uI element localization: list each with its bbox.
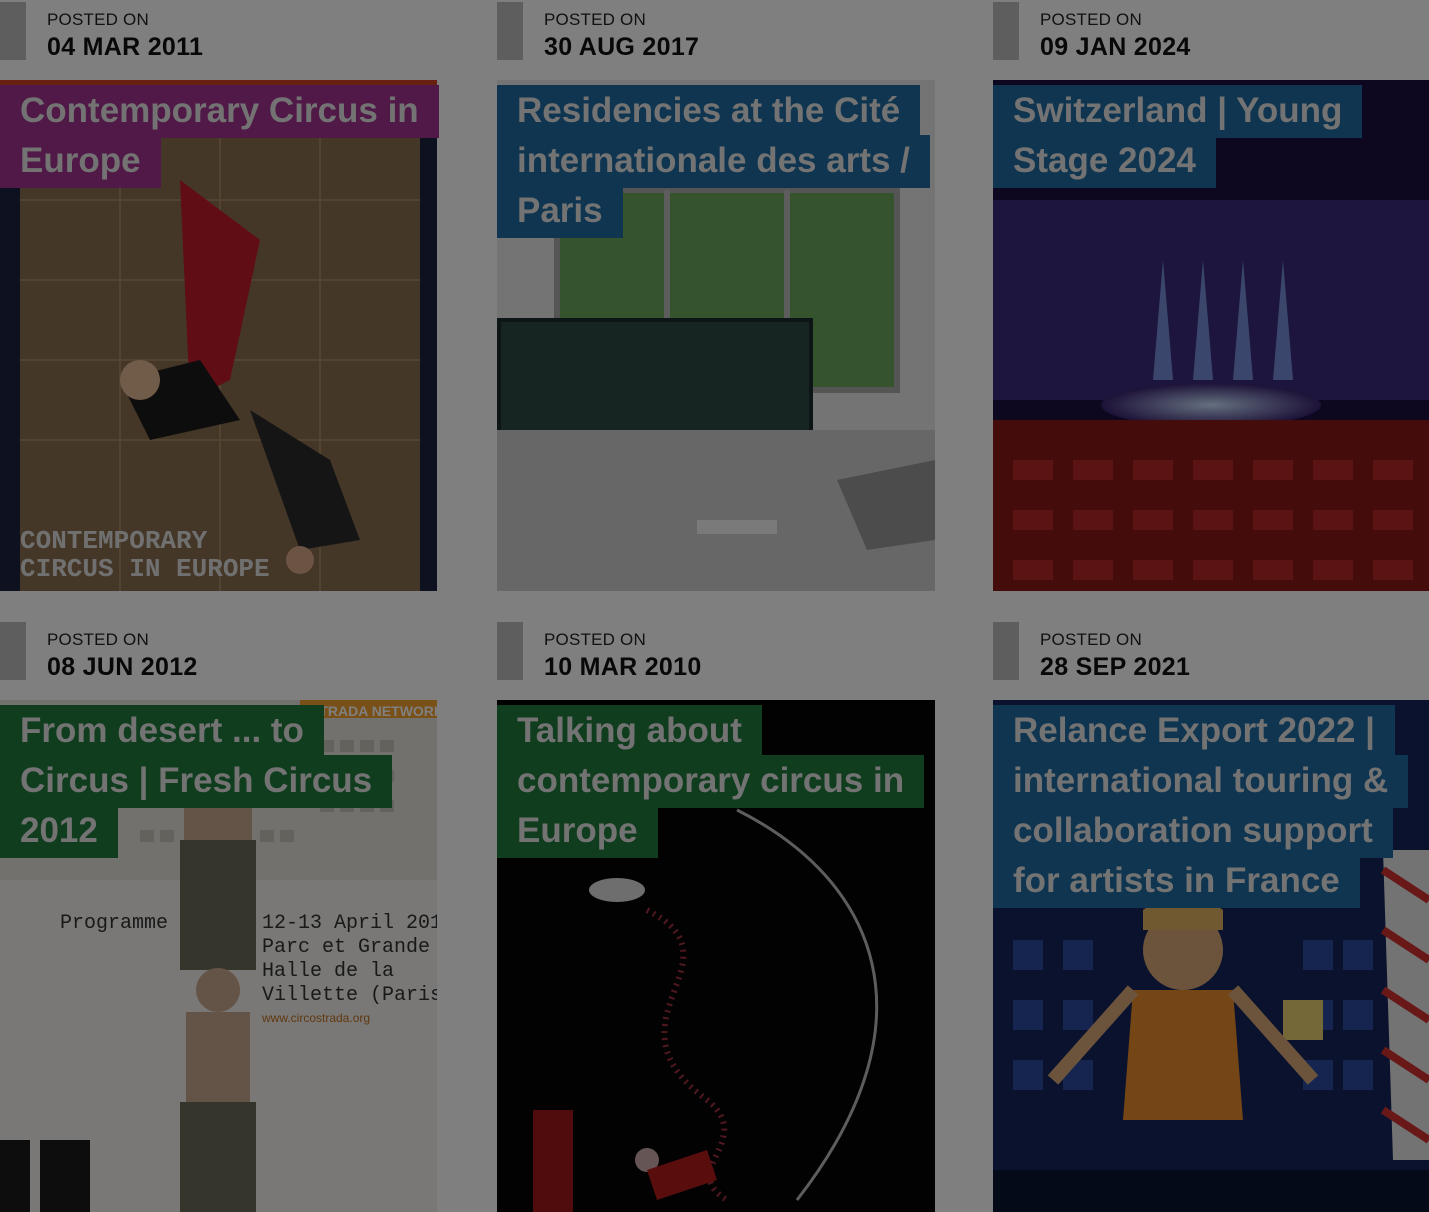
post-title-text[interactable]: Talking about contemporary circus in Eur… <box>497 705 925 858</box>
meta-bar <box>0 2 26 60</box>
post-title-text[interactable]: Residencies at the Cité internationale d… <box>497 85 930 238</box>
poster-venue-text-3: Villette (Paris) <box>262 984 437 1007</box>
post-card[interactable]: POSTED ON 30 AUG 2017 Residencies at the… <box>497 0 935 591</box>
post-date: 08 JUN 2012 <box>47 653 198 681</box>
post-card[interactable]: POSTED ON 08 JUN 2012 STRADA NETWORK Pro… <box>0 620 437 1212</box>
posted-on-label: POSTED ON <box>544 10 646 29</box>
post-title[interactable]: Residencies at the Cité internationale d… <box>497 85 930 238</box>
post-date: 09 JAN 2024 <box>1040 33 1191 61</box>
post-title[interactable]: From desert ... to Circus | Fresh Circus… <box>0 705 420 858</box>
post-meta: POSTED ON 08 JUN 2012 <box>0 620 437 700</box>
poster-programme-text: Programme <box>60 912 168 935</box>
post-title-text[interactable]: Switzerland | Young Stage 2024 <box>993 85 1363 188</box>
post-title[interactable]: Contemporary Circus in Europe <box>0 85 439 188</box>
meta-bar <box>497 2 523 60</box>
posted-on-label: POSTED ON <box>1040 10 1142 29</box>
posted-on-label: POSTED ON <box>1040 630 1142 649</box>
meta-bar <box>497 622 523 680</box>
post-card[interactable]: POSTED ON 09 JAN 2024 Switzerland | Youn… <box>993 0 1429 591</box>
post-title[interactable]: Switzerland | Young Stage 2024 <box>993 85 1413 188</box>
posted-on-label: POSTED ON <box>47 10 149 29</box>
poster-url-text: www.circostrada.org <box>261 1011 370 1025</box>
poster-date-text: 12-13 April 2012 <box>262 912 437 935</box>
post-card[interactable]: POSTED ON 04 MAR 2011 CONTEMPORARY CIRCU… <box>0 0 439 591</box>
post-meta: POSTED ON 04 MAR 2011 <box>0 0 437 80</box>
post-date: 30 AUG 2017 <box>544 33 700 61</box>
post-title-text[interactable]: From desert ... to Circus | Fresh Circus… <box>0 705 393 858</box>
post-date: 10 MAR 2010 <box>544 653 702 681</box>
post-meta: POSTED ON 09 JAN 2024 <box>993 0 1429 80</box>
poster-text-line-1: CONTEMPORARY <box>20 526 208 556</box>
poster-venue-text-2: Halle de la <box>262 960 394 983</box>
meta-bar <box>993 2 1019 60</box>
post-meta: POSTED ON 10 MAR 2010 <box>497 620 935 700</box>
post-title[interactable]: Relance Export 2022 | international tour… <box>993 705 1413 908</box>
post-date: 28 SEP 2021 <box>1040 653 1191 681</box>
post-meta: POSTED ON 28 SEP 2021 <box>993 620 1429 700</box>
poster-text-line-2: CIRCUS IN EUROPE <box>20 554 270 584</box>
meta-bar <box>0 622 26 680</box>
posted-on-label: POSTED ON <box>47 630 149 649</box>
posted-on-label: POSTED ON <box>544 630 646 649</box>
poster-venue-text-1: Parc et Grande <box>262 936 430 959</box>
meta-bar <box>993 622 1019 680</box>
post-card[interactable]: POSTED ON 28 SEP 2021 Relance Export 202… <box>993 620 1429 1212</box>
post-card[interactable]: POSTED ON 10 MAR 2010 Talking about cont… <box>497 620 935 1212</box>
post-title-text[interactable]: Relance Export 2022 | international tour… <box>993 705 1409 908</box>
post-date: 04 MAR 2011 <box>47 33 204 61</box>
post-title-text[interactable]: Contemporary Circus in Europe <box>0 85 439 188</box>
post-title[interactable]: Talking about contemporary circus in Eur… <box>497 705 925 858</box>
posts-grid: POSTED ON 04 MAR 2011 CONTEMPORARY CIRCU… <box>0 0 1429 1212</box>
post-meta: POSTED ON 30 AUG 2017 <box>497 0 935 80</box>
